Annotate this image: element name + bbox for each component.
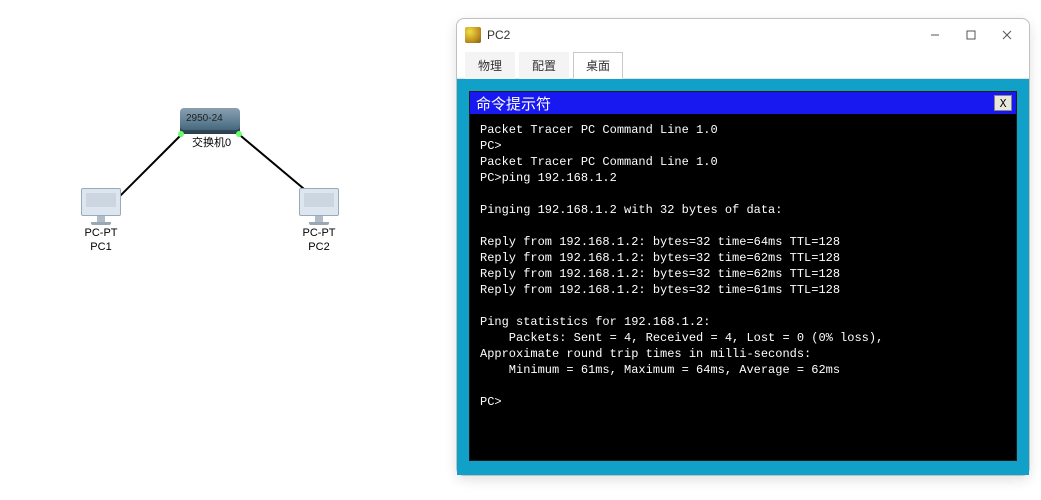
tab-1[interactable]: 配置 [519, 52, 569, 79]
pc1-type-label: PC-PT [78, 227, 124, 239]
monitor-icon [81, 188, 121, 216]
minimize-button[interactable] [929, 29, 941, 41]
tab-2[interactable]: 桌面 [573, 52, 623, 79]
pc1-device[interactable]: PC-PT PC1 [78, 188, 124, 253]
terminal-line [480, 378, 1006, 394]
desktop-tab-content: 命令提示符 X Packet Tracer PC Command Line 1.… [457, 79, 1029, 475]
terminal-line: Minimum = 61ms, Maximum = 64ms, Average … [480, 362, 1006, 378]
command-prompt-titlebar[interactable]: 命令提示符 X [470, 92, 1016, 114]
terminal-line: Pinging 192.168.1.2 with 32 bytes of dat… [480, 202, 1006, 218]
close-button[interactable] [1001, 29, 1013, 41]
terminal-line [480, 186, 1006, 202]
switch-model-label: 2950-24 [186, 113, 223, 124]
switch-name-label: 交换机0 [192, 134, 231, 150]
maximize-button[interactable] [965, 29, 977, 41]
base-icon [91, 222, 111, 225]
terminal-line: PC>ping 192.168.1.2 [480, 170, 1006, 186]
tab-0[interactable]: 物理 [465, 52, 515, 79]
link-switch-pc1 [114, 130, 186, 202]
pc2-type-label: PC-PT [296, 227, 342, 239]
terminal-line: Approximate round trip times in milli-se… [480, 346, 1006, 362]
terminal-line: Reply from 192.168.1.2: bytes=32 time=61… [480, 282, 1006, 298]
pc2-name-label: PC2 [296, 241, 342, 253]
command-prompt-window: 命令提示符 X Packet Tracer PC Command Line 1.… [469, 91, 1017, 461]
terminal-line: Reply from 192.168.1.2: bytes=32 time=64… [480, 234, 1006, 250]
pc2-window: PC2 物理配置桌面 命令提示符 X Packet Tracer PC Comm… [456, 18, 1030, 476]
terminal-line: Packet Tracer PC Command Line 1.0 [480, 154, 1006, 170]
topology-canvas[interactable]: 2950-24 交换机0 PC-PT PC1 PC-PT PC2 [0, 0, 460, 500]
terminal-line: Reply from 192.168.1.2: bytes=32 time=62… [480, 266, 1006, 282]
terminal-line: Reply from 192.168.1.2: bytes=32 time=62… [480, 250, 1006, 266]
app-icon [465, 27, 481, 43]
terminal-line: PC> [480, 394, 1006, 410]
pc2-device[interactable]: PC-PT PC2 [296, 188, 342, 253]
command-prompt-body[interactable]: Packet Tracer PC Command Line 1.0PC>Pack… [470, 114, 1016, 460]
command-prompt-close-button[interactable]: X [994, 95, 1012, 111]
terminal-line: Packet Tracer PC Command Line 1.0 [480, 122, 1006, 138]
tab-bar: 物理配置桌面 [457, 51, 1029, 79]
terminal-line: PC> [480, 138, 1006, 154]
command-prompt-title: 命令提示符 [476, 93, 551, 114]
terminal-line [480, 298, 1006, 314]
monitor-icon [299, 188, 339, 216]
terminal-line: Ping statistics for 192.168.1.2: [480, 314, 1006, 330]
window-titlebar[interactable]: PC2 [457, 19, 1029, 51]
window-title: PC2 [487, 28, 929, 42]
base-icon [309, 222, 329, 225]
terminal-line: Packets: Sent = 4, Received = 4, Lost = … [480, 330, 1006, 346]
terminal-line [480, 218, 1006, 234]
pc1-name-label: PC1 [78, 241, 124, 253]
